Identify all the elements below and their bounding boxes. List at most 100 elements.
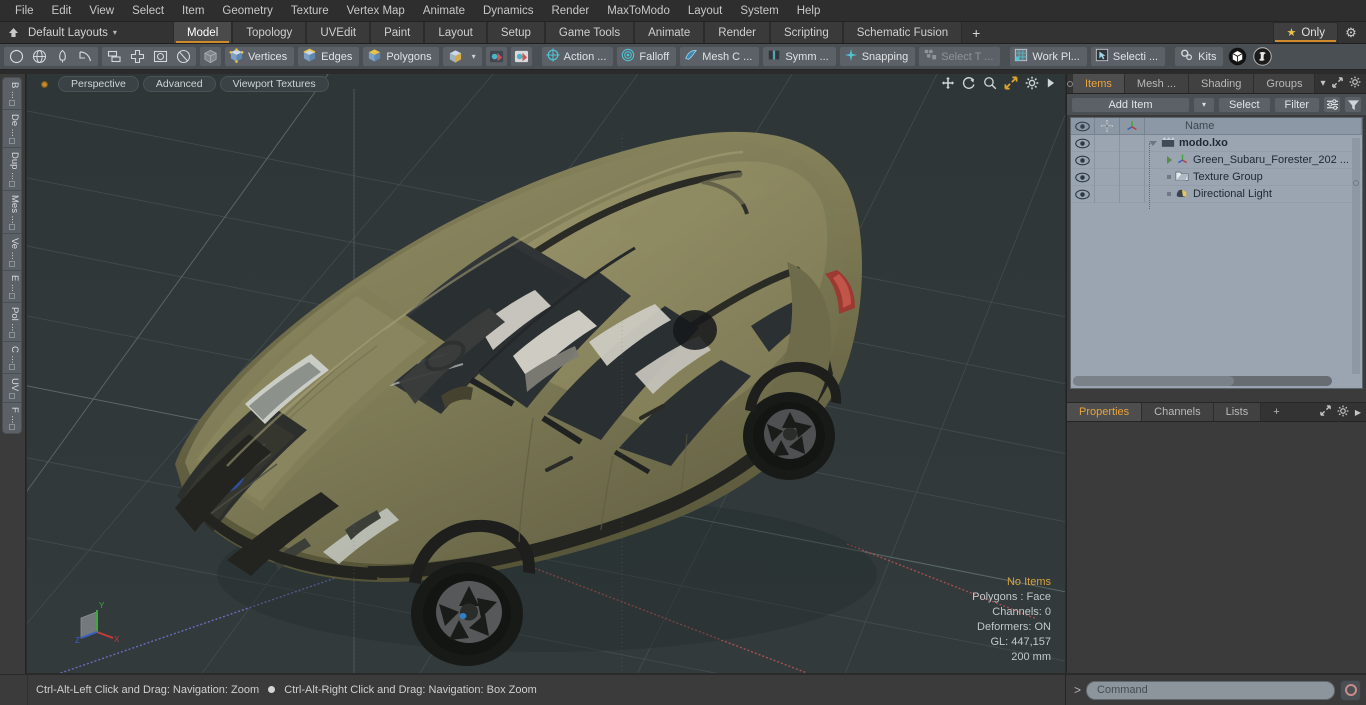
tab-shading[interactable]: Shading: [1189, 74, 1255, 93]
vtab-vertex[interactable]: Ve ...: [3, 234, 21, 271]
tab-items[interactable]: Items: [1073, 74, 1125, 93]
select-through-button[interactable]: Select T ...: [918, 46, 1002, 67]
row-transform-cell[interactable]: [1120, 185, 1145, 203]
command-input[interactable]: Command: [1086, 680, 1335, 700]
menu-system[interactable]: System: [731, 2, 787, 20]
viewport-type-button[interactable]: Perspective: [58, 76, 139, 92]
row-name-cell[interactable]: Directional Light: [1145, 187, 1362, 202]
work-plane-button[interactable]: Work Pl...: [1009, 46, 1088, 67]
selection-sets-button[interactable]: Selecti ...: [1089, 46, 1167, 67]
properties-arrow-icon[interactable]: ▶: [1355, 408, 1361, 417]
falloff-button[interactable]: Falloff: [616, 46, 678, 67]
vertices-button[interactable]: Vertices: [224, 46, 296, 67]
row-transform-cell[interactable]: [1120, 168, 1145, 186]
only-toggle-button[interactable]: ★ Only: [1273, 22, 1338, 43]
properties-expand-icon[interactable]: [1320, 405, 1331, 419]
snapping-button[interactable]: Snapping: [838, 46, 917, 67]
tab-animate[interactable]: Animate: [634, 22, 705, 43]
menu-select[interactable]: Select: [123, 2, 173, 20]
tab-scripting[interactable]: Scripting: [769, 22, 843, 43]
tab-paint[interactable]: Paint: [370, 22, 425, 43]
menu-layout[interactable]: Layout: [679, 2, 732, 20]
viewport-expand-arrow-icon[interactable]: [1046, 77, 1055, 89]
properties-gear-icon[interactable]: [1337, 405, 1349, 420]
row-lock-cell[interactable]: [1095, 168, 1120, 186]
viewport-settings-gear-icon[interactable]: [1025, 76, 1039, 90]
vtab-basic[interactable]: B ...: [3, 78, 21, 110]
fit-icon[interactable]: [1004, 76, 1018, 90]
menu-view[interactable]: View: [80, 2, 123, 20]
row-name-cell[interactable]: modo.lxo: [1145, 136, 1362, 151]
row-visibility-toggle[interactable]: [1071, 168, 1095, 186]
material-cube-icon[interactable]: [444, 47, 467, 66]
menu-file[interactable]: File: [6, 2, 43, 20]
chevron-right-icon[interactable]: [1167, 156, 1172, 164]
rotate-icon[interactable]: [962, 76, 976, 90]
settings-gear-icon[interactable]: ⚙: [1338, 22, 1364, 43]
align-icon[interactable]: [103, 47, 126, 66]
zoom-icon[interactable]: [983, 76, 997, 90]
center-icon[interactable]: [126, 47, 149, 66]
menu-item[interactable]: Item: [173, 2, 213, 20]
tab-channels[interactable]: Channels: [1142, 403, 1214, 421]
tab-mesh[interactable]: Mesh ...: [1124, 74, 1190, 93]
panel-expand-icon[interactable]: [1331, 76, 1343, 91]
tab-schematic-fusion[interactable]: Schematic Fusion: [842, 22, 963, 43]
tab-layout[interactable]: Layout: [424, 22, 487, 43]
vtab-edge[interactable]: E ...: [3, 271, 21, 303]
tab-groups[interactable]: Groups: [1254, 74, 1316, 93]
layout-preset-selector[interactable]: Default Layouts ▾: [26, 22, 125, 43]
item-mode-icon[interactable]: [199, 46, 222, 67]
home-icon[interactable]: [0, 22, 26, 43]
vtab-uv[interactable]: UV: [3, 374, 21, 403]
vtab-fusion[interactable]: F ...: [3, 403, 21, 433]
tab-properties[interactable]: Properties: [1067, 403, 1143, 421]
tab-topology[interactable]: Topology: [232, 22, 307, 43]
row-visibility-toggle[interactable]: [1071, 185, 1095, 203]
symmetry-view-icon[interactable]: [484, 46, 508, 67]
menu-animate[interactable]: Animate: [414, 2, 474, 20]
action-center-button[interactable]: Action ...: [540, 46, 615, 67]
row-lock-cell[interactable]: [1095, 185, 1120, 203]
curve-icon[interactable]: [74, 47, 97, 66]
row-lock-cell[interactable]: [1095, 151, 1120, 169]
add-tab-button[interactable]: +: [962, 22, 991, 43]
tree-horizontal-scrollbar[interactable]: [1073, 376, 1332, 386]
modo-logo-icon[interactable]: [1226, 47, 1249, 66]
edges-button[interactable]: Edges: [297, 46, 361, 67]
kits-button[interactable]: Kits: [1174, 46, 1225, 67]
row-name-cell[interactable]: Green_Subaru_Forester_202 ...: [1145, 152, 1362, 168]
row-visibility-toggle[interactable]: [1071, 134, 1095, 152]
move-icon[interactable]: [941, 76, 955, 90]
table-row[interactable]: Green_Subaru_Forester_202 ...: [1071, 151, 1362, 169]
tab-lists[interactable]: Lists: [1213, 403, 1262, 421]
vtab-curve[interactable]: C ...: [3, 342, 21, 375]
menu-render[interactable]: Render: [542, 2, 598, 20]
radial-icon[interactable]: [172, 47, 195, 66]
mesh-constraint-button[interactable]: Mesh C ...: [679, 46, 761, 67]
vtab-polygon[interactable]: Pol ...: [3, 303, 21, 342]
item-tree[interactable]: Name modo.lxo Green_Subaru_Forester_202 …: [1070, 117, 1363, 389]
add-item-button[interactable]: Add Item: [1071, 96, 1190, 113]
funnel-filter-icon[interactable]: [1344, 96, 1362, 113]
viewport-textures-button[interactable]: Viewport Textures: [219, 76, 329, 92]
list-options-icon[interactable]: [1323, 96, 1341, 113]
tab-setup[interactable]: Setup: [486, 22, 545, 43]
menu-maxtomodo[interactable]: MaxToModo: [598, 2, 679, 20]
tab-uvedit[interactable]: UVEdit: [306, 22, 371, 43]
polygons-button[interactable]: Polygons: [362, 46, 440, 67]
vtab-duplicate[interactable]: Dup ...: [3, 148, 21, 191]
panel-gear-icon[interactable]: [1349, 76, 1361, 91]
table-row[interactable]: Directional Light: [1071, 185, 1362, 203]
table-row[interactable]: modo.lxo: [1071, 134, 1362, 152]
tab-model[interactable]: Model: [172, 22, 233, 43]
add-item-dropdown-icon[interactable]: ▾: [1192, 96, 1215, 113]
tree-vertical-scrollbar[interactable]: [1352, 138, 1360, 374]
menu-help[interactable]: Help: [788, 2, 830, 20]
select-button[interactable]: Select: [1217, 96, 1271, 113]
row-transform-cell[interactable]: [1120, 134, 1145, 152]
table-row[interactable]: Texture Group: [1071, 168, 1362, 186]
row-name-cell[interactable]: Texture Group: [1145, 170, 1362, 185]
circle-icon[interactable]: [5, 47, 28, 66]
chevron-down-icon[interactable]: ▾: [1320, 78, 1325, 89]
